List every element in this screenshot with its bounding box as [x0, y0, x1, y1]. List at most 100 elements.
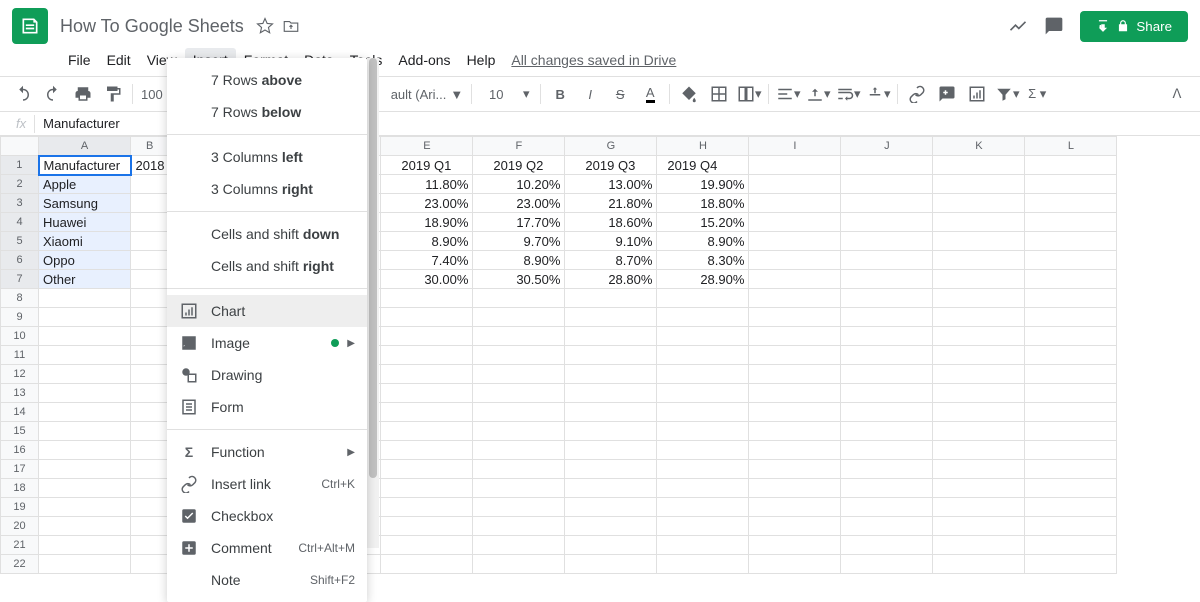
cell[interactable]: Apple: [39, 175, 131, 194]
row-header[interactable]: 1: [1, 156, 39, 175]
cell[interactable]: Xiaomi: [39, 232, 131, 251]
cell[interactable]: 17.70%: [473, 213, 565, 232]
menu-edit[interactable]: Edit: [99, 48, 139, 72]
cell[interactable]: 18.80%: [657, 194, 749, 213]
cell[interactable]: 13.00%: [565, 175, 657, 194]
insert-image[interactable]: Image ▶: [167, 327, 367, 359]
borders-icon[interactable]: [706, 81, 732, 107]
cell[interactable]: 9.70%: [473, 232, 565, 251]
menu-addons[interactable]: Add-ons: [390, 48, 458, 72]
cell[interactable]: 8.30%: [657, 251, 749, 270]
cell[interactable]: 2019 Q4: [657, 156, 749, 175]
row-header[interactable]: 18: [1, 479, 39, 498]
filter-icon[interactable]: ▾: [994, 81, 1020, 107]
row-header[interactable]: 16: [1, 441, 39, 460]
col-header[interactable]: K: [933, 137, 1025, 156]
menu-file[interactable]: File: [60, 48, 99, 72]
insert-note[interactable]: Note Shift+F2: [167, 564, 367, 596]
menu-help[interactable]: Help: [459, 48, 504, 72]
strikethrough-icon[interactable]: S: [607, 81, 633, 107]
link-icon[interactable]: [904, 81, 930, 107]
row-header[interactable]: 19: [1, 498, 39, 517]
cell[interactable]: Other: [39, 270, 131, 289]
text-wrap-icon[interactable]: ▾: [835, 81, 861, 107]
row-header[interactable]: 13: [1, 384, 39, 403]
row-header[interactable]: 7: [1, 270, 39, 289]
cell[interactable]: Huawei: [39, 213, 131, 232]
cell[interactable]: 28.90%: [657, 270, 749, 289]
col-header[interactable]: I: [749, 137, 841, 156]
insert-chart-icon[interactable]: [964, 81, 990, 107]
cell[interactable]: 8.70%: [565, 251, 657, 270]
cell[interactable]: 21.80%: [565, 194, 657, 213]
cell[interactable]: 23.00%: [473, 194, 565, 213]
insert-form[interactable]: Form: [167, 391, 367, 423]
cell[interactable]: 7.40%: [381, 251, 473, 270]
cell[interactable]: 23.00%: [381, 194, 473, 213]
fill-color-icon[interactable]: [676, 81, 702, 107]
font-size-select[interactable]: 10: [476, 87, 516, 102]
row-header[interactable]: 21: [1, 536, 39, 555]
cell[interactable]: Oppo: [39, 251, 131, 270]
functions-icon[interactable]: Σ ▾: [1024, 81, 1050, 107]
row-header[interactable]: 5: [1, 232, 39, 251]
col-header[interactable]: E: [381, 137, 473, 156]
insert-checkbox[interactable]: Checkbox: [167, 500, 367, 532]
row-header[interactable]: 2: [1, 175, 39, 194]
row-header[interactable]: 22: [1, 555, 39, 574]
cell[interactable]: 10.20%: [473, 175, 565, 194]
cell[interactable]: Samsung: [39, 194, 131, 213]
paint-format-icon[interactable]: [100, 81, 126, 107]
bold-icon[interactable]: B: [547, 81, 573, 107]
text-rotation-icon[interactable]: ▾: [865, 81, 891, 107]
menu-scrollbar[interactable]: [367, 58, 379, 548]
cell[interactable]: 2019 Q1: [381, 156, 473, 175]
cell[interactable]: 9.10%: [565, 232, 657, 251]
row-header[interactable]: 8: [1, 289, 39, 308]
undo-icon[interactable]: [10, 81, 36, 107]
insert-link[interactable]: Insert link Ctrl+K: [167, 468, 367, 500]
cell[interactable]: 11.80%: [381, 175, 473, 194]
merge-cells-icon[interactable]: ▾: [736, 81, 762, 107]
comments-icon[interactable]: [1036, 16, 1072, 36]
row-header[interactable]: 3: [1, 194, 39, 213]
col-header[interactable]: L: [1025, 137, 1117, 156]
cell[interactable]: 8.90%: [381, 232, 473, 251]
move-icon[interactable]: [278, 17, 304, 35]
share-button[interactable]: Share: [1080, 11, 1188, 42]
insert-function[interactable]: Σ Function ▶: [167, 436, 367, 468]
col-header[interactable]: B: [131, 137, 169, 156]
document-title[interactable]: How To Google Sheets: [60, 16, 244, 37]
col-header[interactable]: A: [39, 137, 131, 156]
print-icon[interactable]: [70, 81, 96, 107]
cell[interactable]: 2019 Q2: [473, 156, 565, 175]
sheets-logo-icon[interactable]: [12, 8, 48, 44]
row-header[interactable]: 14: [1, 403, 39, 422]
cell[interactable]: 28.80%: [565, 270, 657, 289]
row-header[interactable]: 20: [1, 517, 39, 536]
add-comment-icon[interactable]: [934, 81, 960, 107]
col-header[interactable]: F: [473, 137, 565, 156]
cell[interactable]: 18.60%: [565, 213, 657, 232]
row-header[interactable]: 11: [1, 346, 39, 365]
row-header[interactable]: 17: [1, 460, 39, 479]
collapse-toolbar-icon[interactable]: ᐱ: [1164, 81, 1190, 107]
insert-cells-shift-down[interactable]: Cells and shift down: [167, 218, 367, 250]
formula-input[interactable]: Manufacturer: [35, 116, 120, 131]
row-header[interactable]: 6: [1, 251, 39, 270]
font-select[interactable]: ault (Ari...▼: [387, 87, 468, 102]
col-header[interactable]: J: [841, 137, 933, 156]
cell[interactable]: 8.90%: [657, 232, 749, 251]
insert-cols-left[interactable]: 3 Columns left: [167, 141, 367, 173]
font-size-arrow-icon[interactable]: ▾: [518, 81, 534, 107]
star-icon[interactable]: [252, 17, 278, 35]
h-align-icon[interactable]: ▾: [775, 81, 801, 107]
row-header[interactable]: 10: [1, 327, 39, 346]
insert-rows-below[interactable]: 7 Rows below: [167, 96, 367, 128]
v-align-icon[interactable]: ▾: [805, 81, 831, 107]
zoom-select[interactable]: 100: [137, 87, 167, 102]
cell[interactable]: 8.90%: [473, 251, 565, 270]
text-color-icon[interactable]: A: [637, 81, 663, 107]
cell[interactable]: 18.90%: [381, 213, 473, 232]
insert-drawing[interactable]: Drawing: [167, 359, 367, 391]
